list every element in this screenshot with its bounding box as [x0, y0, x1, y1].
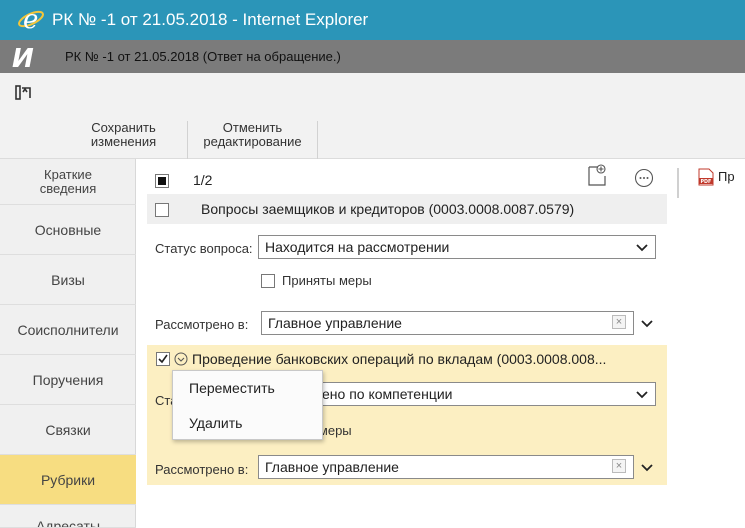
pdf-icon[interactable]: PDF [698, 168, 714, 186]
status-label: Статус вопроса: [155, 241, 253, 256]
select-all-checkbox[interactable] [155, 174, 169, 188]
toolbar: Сохранить изменения Отменить редактирова… [0, 73, 745, 159]
panel-divider[interactable] [677, 168, 679, 198]
cancel-edit-button[interactable]: Отменить редактирование [188, 121, 318, 159]
sidebar-item-visas[interactable]: Визы [0, 255, 136, 305]
document-subtitle: РК № -1 от 21.05.2018 (Ответ на обращени… [65, 49, 341, 64]
sidebar-item-main[interactable]: Основные [0, 205, 136, 255]
svg-text:e: e [23, 5, 38, 34]
pdf-attachment-label[interactable]: Пр [718, 169, 735, 184]
window-titlebar: e РК № -1 от 21.05.2018 - Internet Explo… [0, 0, 745, 40]
reviewed-label: Рассмотрено в: [155, 462, 249, 477]
save-changes-button[interactable]: Сохранить изменения [60, 121, 188, 159]
svg-text:И: И [12, 44, 34, 70]
chevron-down-circle-icon[interactable] [174, 352, 188, 366]
reviewed-select[interactable]: Главное управление [258, 455, 634, 479]
measures-checkbox[interactable] [261, 274, 275, 288]
sidebar-item-links[interactable]: Связки [0, 405, 136, 455]
move-menu-item[interactable]: Переместить [173, 371, 324, 405]
right-panel: PDF Пр [690, 159, 745, 528]
sidebar-item-assignments[interactable]: Поручения [0, 355, 136, 405]
clear-icon[interactable]: × [612, 315, 626, 329]
clear-icon[interactable]: × [612, 459, 626, 473]
rubric-counter: 1/2 [193, 172, 213, 188]
reviewed-label: Рассмотрено в: [155, 317, 249, 332]
rubric-title: Проведение банковских операций по вклада… [192, 351, 607, 367]
rubrics-panel: 1/2 Вопросы заемщиков и кредиторов (0003… [147, 159, 667, 528]
app-logo-icon: И [12, 44, 34, 70]
sidebar-item-addressees[interactable]: Адресаты [0, 505, 136, 528]
rubric-title: Вопросы заемщиков и кредиторов (0003.000… [201, 201, 575, 217]
rubric-checkbox[interactable] [155, 203, 169, 217]
add-rubric-icon[interactable] [586, 163, 608, 187]
svg-text:PDF: PDF [701, 179, 712, 185]
internet-explorer-icon: e [18, 5, 44, 34]
window-title: РК № -1 от 21.05.2018 - Internet Explore… [52, 10, 369, 29]
rubric-row[interactable]: Вопросы заемщиков и кредиторов (0003.000… [147, 194, 667, 224]
exit-edit-icon[interactable] [14, 82, 34, 102]
reviewed-select[interactable]: Главное управление [261, 311, 634, 335]
document-header: И РК № -1 от 21.05.2018 (Ответ на обраще… [0, 40, 745, 73]
sidebar-nav: Краткие сведения Основные Визы Соисполни… [0, 159, 136, 528]
measures-label: Приняты меры [282, 273, 372, 288]
chevron-down-icon[interactable] [641, 463, 653, 473]
rubric-checkbox-checked[interactable] [156, 352, 170, 366]
chevron-down-icon[interactable] [641, 319, 653, 329]
sidebar-item-rubrics[interactable]: Рубрики [0, 455, 136, 505]
status-select[interactable]: Находится на рассмотрении [258, 235, 656, 259]
context-menu: Переместить Удалить [172, 370, 323, 440]
more-options-icon[interactable] [634, 168, 654, 188]
delete-menu-item[interactable]: Удалить [173, 406, 324, 440]
sidebar-item-summary[interactable]: Краткие сведения [0, 159, 136, 205]
sidebar-item-coexecutors[interactable]: Соисполнители [0, 305, 136, 355]
chevron-down-icon[interactable] [636, 243, 648, 253]
chevron-down-icon[interactable] [636, 390, 648, 400]
